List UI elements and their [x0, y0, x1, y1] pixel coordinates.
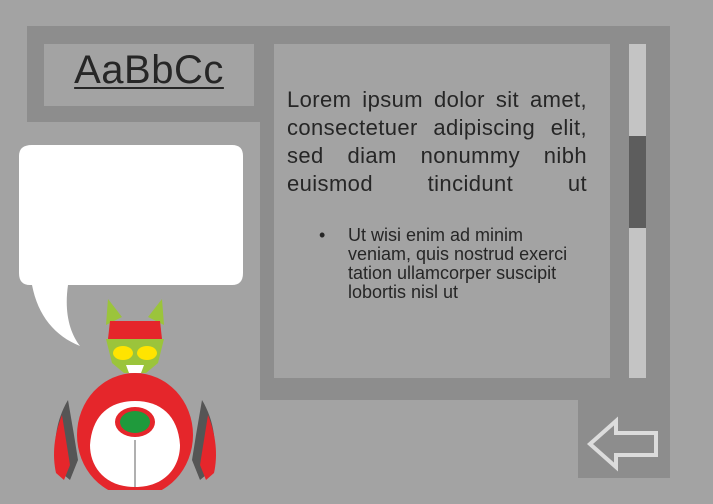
list-item: • Ut wisi enim ad minim veniam, quis nos… [315, 226, 585, 302]
bullet-marker: • [319, 225, 326, 245]
bullet-text: Ut wisi enim ad minim veniam, quis nostr… [348, 225, 568, 302]
arrow-left-icon [586, 416, 658, 472]
robot-mascot [54, 299, 216, 490]
scrollbar-thumb[interactable] [629, 136, 646, 228]
content-paragraph: Lorem ipsum dolor sit amet, consectetuer… [287, 87, 587, 196]
back-button[interactable] [578, 380, 670, 478]
page-title: AaBbCc [74, 47, 224, 92]
bullet-list: • Ut wisi enim ad minim veniam, quis nos… [315, 226, 585, 302]
title-panel: AaBbCc [44, 44, 254, 106]
